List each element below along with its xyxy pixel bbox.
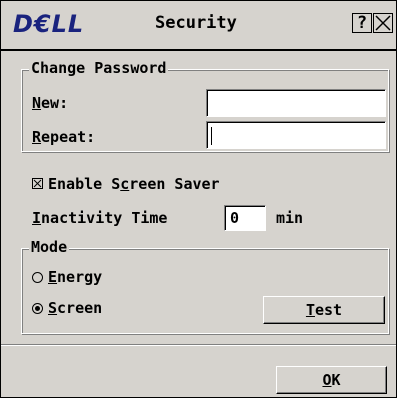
help-button[interactable]: ? [352,13,372,33]
enable-label-b: reen Saver [129,175,220,193]
new-label-mnemonic: N [32,94,42,112]
new-password-label: New: [32,94,68,112]
repeat-password-label: Repeat: [32,128,95,146]
ok-label-mnemonic: O [322,371,332,389]
window-title: Security [155,13,237,33]
energy-radio[interactable] [32,272,43,283]
screen-option-label[interactable]: Screen [48,299,102,317]
enable-label-a: Enable S [48,175,121,193]
ok-button[interactable]: OK [276,366,387,394]
close-icon [375,15,391,31]
text-cursor [211,127,212,145]
test-label-mnemonic: T [305,301,315,319]
repeat-label-mnemonic: R [32,128,42,146]
new-label-rest: ew: [41,94,69,112]
new-password-field[interactable] [206,89,386,117]
inactivity-time-field[interactable]: 0 [224,205,266,231]
mode-legend: Mode [29,238,70,256]
enable-screen-saver-checkbox[interactable] [32,178,43,189]
energy-label-mnemonic: E [48,268,58,286]
inactivity-time-label: Inactivity Time [32,209,167,227]
help-icon: ? [356,13,368,33]
energy-option-label[interactable]: Energy [48,268,102,286]
checkbox-check-icon [33,179,42,188]
test-button[interactable]: Test [263,296,385,324]
screen-label-mnemonic: S [48,299,58,317]
title-bar: D€LL Security ? [1,1,396,51]
close-button[interactable] [373,13,393,33]
energy-label-rest: nergy [57,268,103,286]
dell-logo: D€LL [13,10,85,38]
enable-label-mnemonic: c [120,175,130,193]
inactivity-label-rest: nactivity Time [41,209,168,227]
screen-label-rest: creen [57,299,103,317]
enable-screen-saver-label[interactable]: Enable Screen Saver [48,175,220,193]
repeat-label-rest: epeat: [41,128,96,146]
ok-label-rest: K [331,371,341,389]
change-password-legend: Change Password [29,59,169,77]
repeat-password-field[interactable] [206,121,386,149]
footer-separator [1,344,396,346]
inactivity-unit: min [276,209,304,227]
test-label-rest: est [314,301,343,319]
screen-radio[interactable] [32,303,43,314]
security-dialog: D€LL Security ? Change Password New: Rep… [0,0,397,398]
inactivity-time-value: 0 [230,209,240,227]
inactivity-label-mnemonic: I [32,209,42,227]
